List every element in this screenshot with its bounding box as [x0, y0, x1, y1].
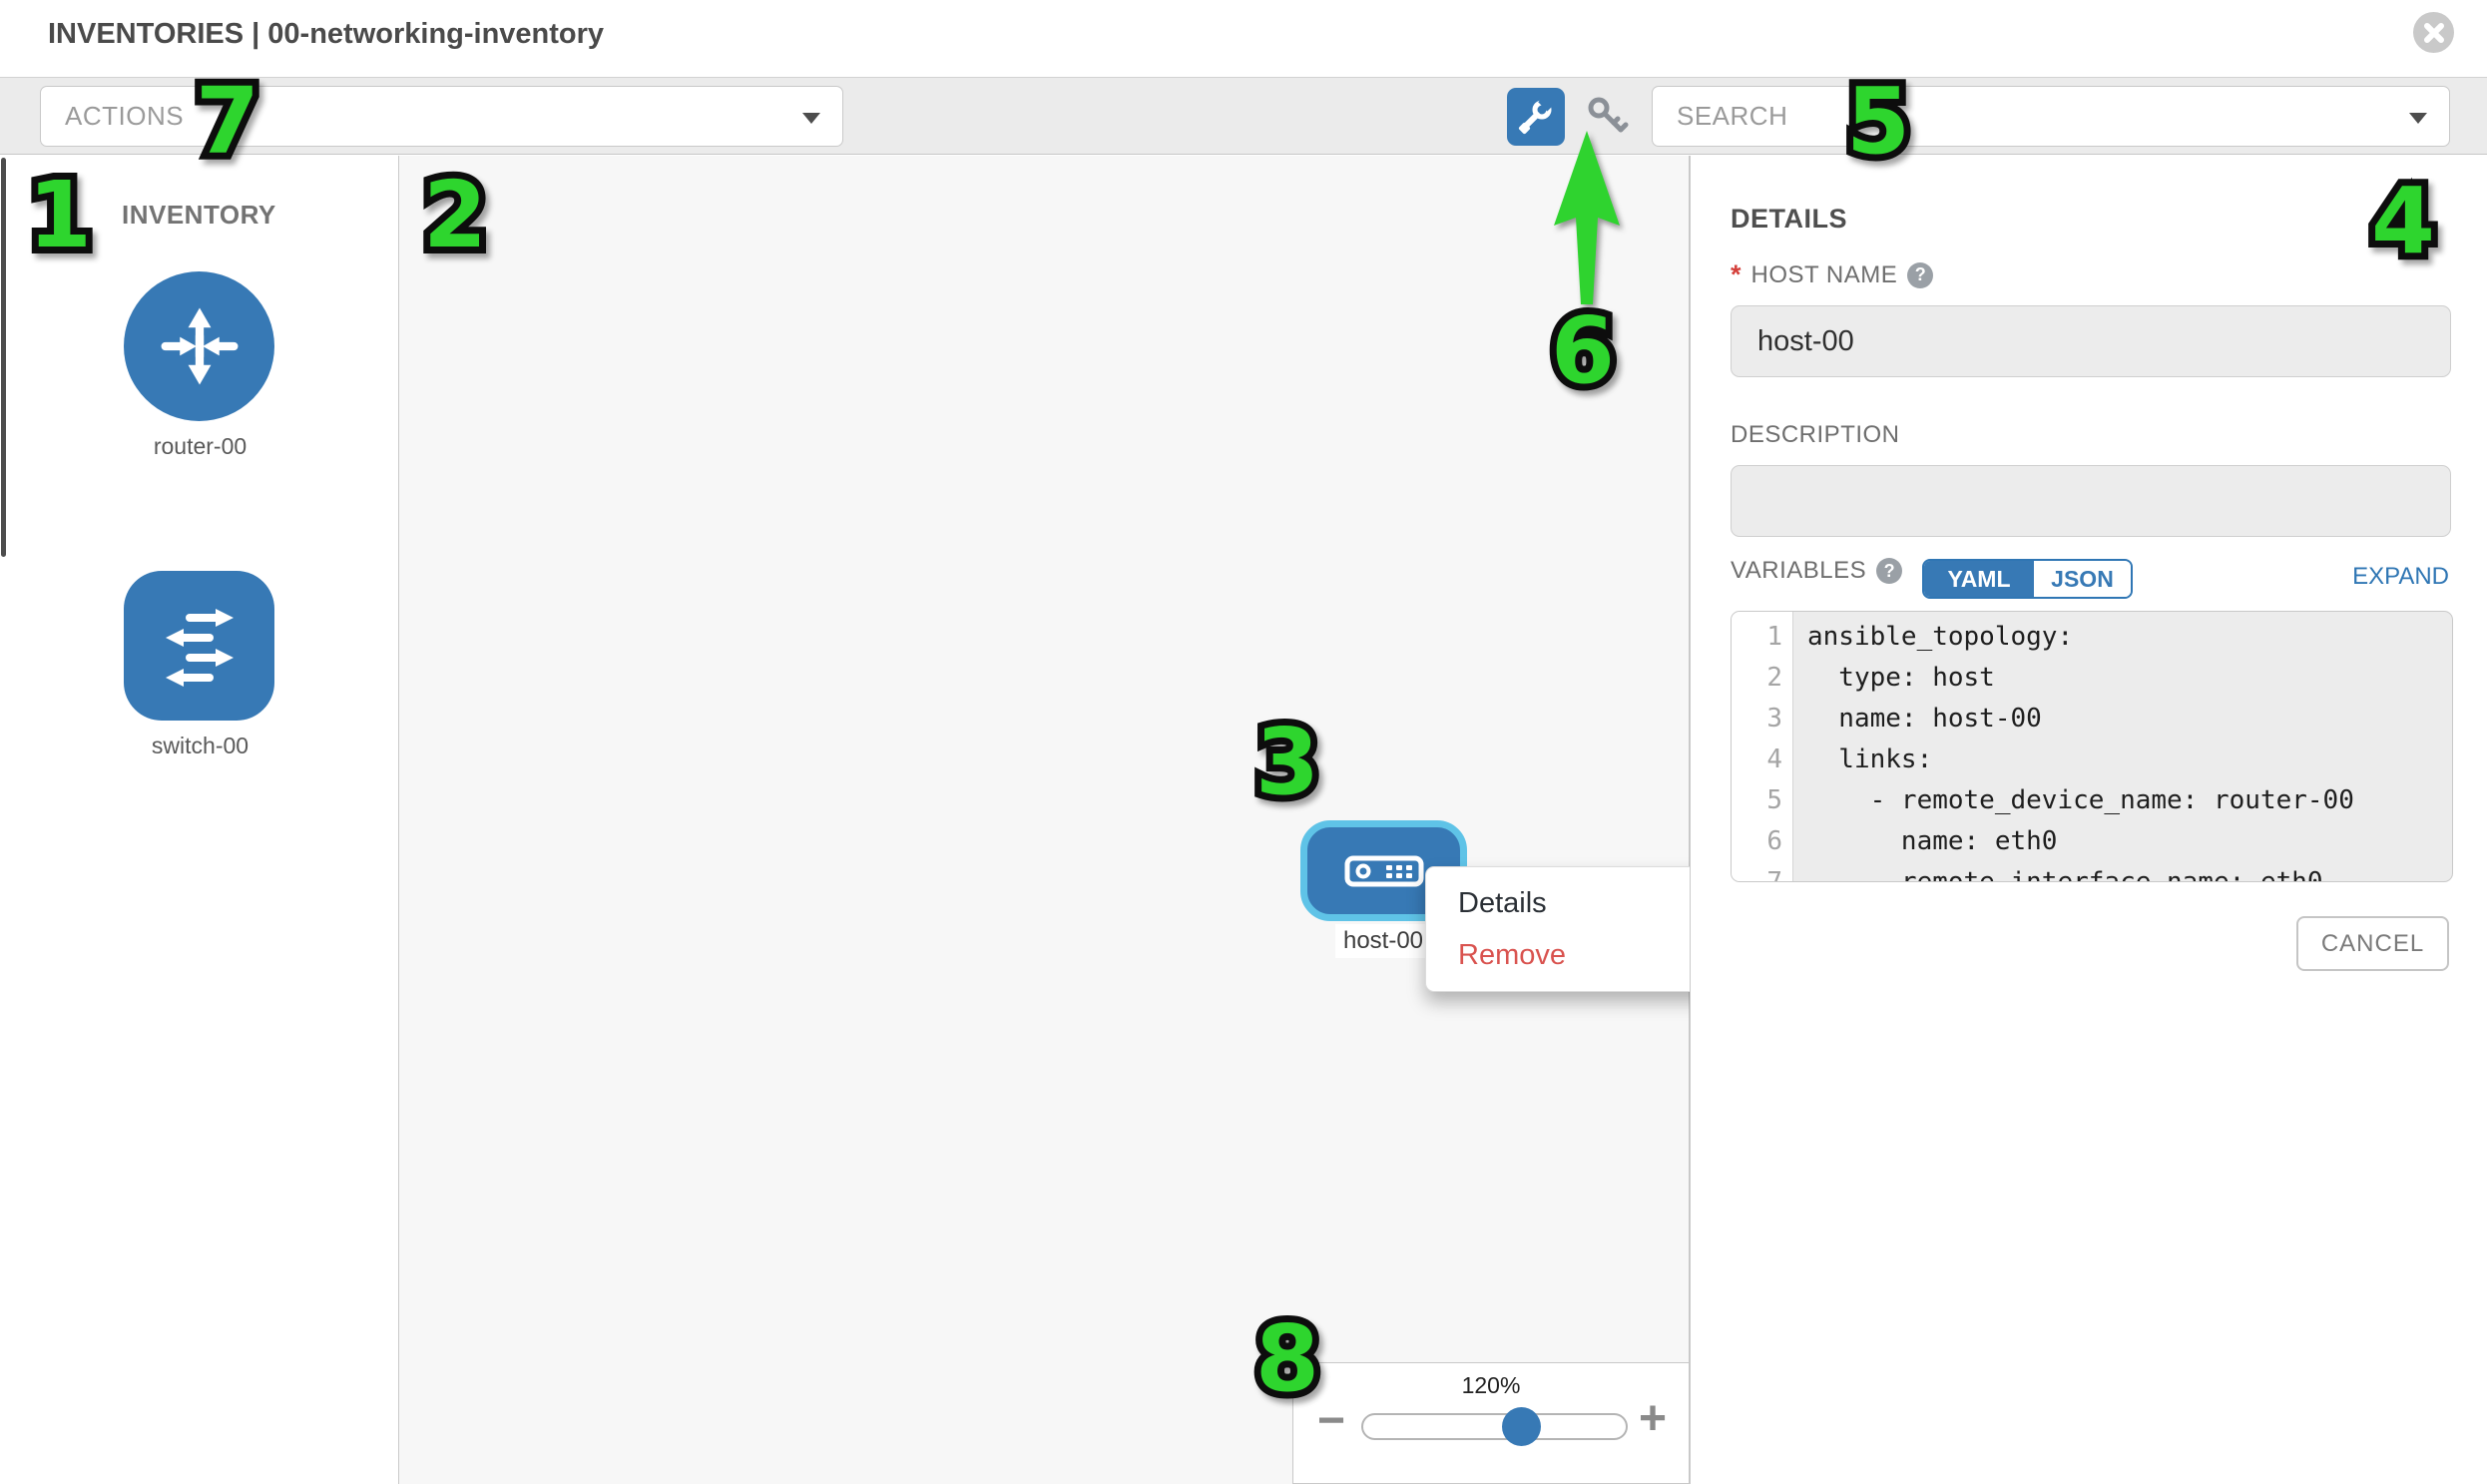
variables-label: VARIABLES	[1731, 557, 1866, 585]
annotation-4: 4	[2371, 176, 2435, 267]
zoom-in-button[interactable]: +	[1639, 1391, 1667, 1446]
host-name-label-row: * HOST NAME ?	[1731, 259, 1933, 290]
zoom-out-button[interactable]: −	[1317, 1393, 1345, 1448]
chevron-down-icon	[802, 113, 820, 124]
zoom-slider-handle[interactable]	[1502, 1407, 1541, 1446]
zoom-control: 120% − +	[1292, 1362, 1690, 1484]
annotation-1: 1	[28, 170, 92, 261]
cancel-button[interactable]: CANCEL	[2296, 916, 2449, 971]
host-name-label: HOST NAME	[1751, 261, 1898, 289]
json-toggle-button[interactable]: JSON	[2034, 561, 2131, 597]
search-dropdown-label: SEARCH	[1677, 101, 1787, 132]
inventory-palette: INVENTORY router-00	[0, 156, 399, 1484]
line-number: 7	[1732, 857, 1793, 882]
code-line: links:	[1793, 740, 1932, 780]
chevron-down-icon	[2409, 113, 2427, 124]
annotation-arrow-up	[1537, 122, 1637, 316]
palette-item-label: router-00	[124, 433, 276, 460]
palette-item-switch[interactable]: switch-00	[124, 571, 276, 759]
app-header: INVENTORIES | 00-networking-inventory	[0, 0, 2487, 77]
line-number: 6	[1732, 816, 1793, 862]
variables-label-row: VARIABLES ?	[1731, 557, 1902, 585]
description-input[interactable]	[1731, 465, 2451, 537]
search-dropdown[interactable]: SEARCH	[1652, 86, 2450, 147]
details-panel: DETAILS * HOST NAME ? DESCRIPTION VARIAB…	[1690, 156, 2487, 1484]
annotation-6: 6	[1551, 305, 1615, 397]
host-node-label: host-00	[1335, 924, 1431, 958]
palette-item-router[interactable]: router-00	[124, 271, 276, 460]
router-icon	[148, 294, 251, 398]
code-line: name: eth0	[1793, 821, 2057, 862]
code-line: remote_interface_name: eth0	[1793, 862, 2323, 882]
zoom-slider-track[interactable]	[1361, 1413, 1628, 1440]
line-number: 1	[1732, 612, 1793, 658]
palette-title: INVENTORY	[122, 200, 276, 231]
host-icon	[1344, 855, 1424, 887]
annotation-5: 5	[1846, 76, 1910, 168]
code-line: name: host-00	[1793, 699, 2042, 740]
expand-link[interactable]: EXPAND	[2352, 563, 2449, 591]
line-number: 3	[1732, 694, 1793, 740]
code-line: - remote_device_name: router-00	[1793, 780, 2354, 821]
line-number: 2	[1732, 653, 1793, 699]
palette-drag-handle[interactable]	[1, 158, 6, 557]
close-icon	[2423, 22, 2445, 44]
close-button[interactable]	[2413, 12, 2454, 53]
zoom-level-value: 120%	[1293, 1372, 1689, 1399]
variables-format-toggle: YAML JSON	[1922, 559, 2133, 599]
description-label: DESCRIPTION	[1731, 421, 1900, 449]
yaml-toggle-button[interactable]: YAML	[1924, 561, 2034, 597]
help-icon[interactable]: ?	[1907, 262, 1933, 288]
annotation-8: 8	[1255, 1313, 1319, 1405]
variables-code-editor[interactable]: 1ansible_topology: 2 type: host 3 name: …	[1731, 611, 2453, 882]
topology-canvas[interactable]: host-00 Details Remove 120% − +	[399, 156, 1690, 1484]
line-number: 4	[1732, 735, 1793, 780]
annotation-3: 3	[1255, 717, 1319, 808]
actions-dropdown-label: ACTIONS	[65, 101, 184, 132]
annotation-2: 2	[423, 170, 487, 261]
switch-icon	[150, 596, 249, 696]
code-line: type: host	[1793, 658, 1995, 699]
actions-dropdown[interactable]: ACTIONS	[40, 86, 843, 147]
help-icon[interactable]: ?	[1876, 558, 1902, 584]
page-title: INVENTORIES | 00-networking-inventory	[48, 18, 604, 51]
palette-item-label: switch-00	[124, 733, 276, 759]
line-number: 5	[1732, 775, 1793, 821]
details-panel-title: DETAILS	[1731, 204, 1847, 235]
toolbar: ACTIONS SEARCH	[0, 77, 2487, 155]
required-marker: *	[1731, 259, 1741, 290]
host-name-input[interactable]	[1731, 305, 2451, 377]
annotation-7: 7	[196, 76, 259, 168]
code-line: ansible_topology:	[1793, 617, 2073, 658]
